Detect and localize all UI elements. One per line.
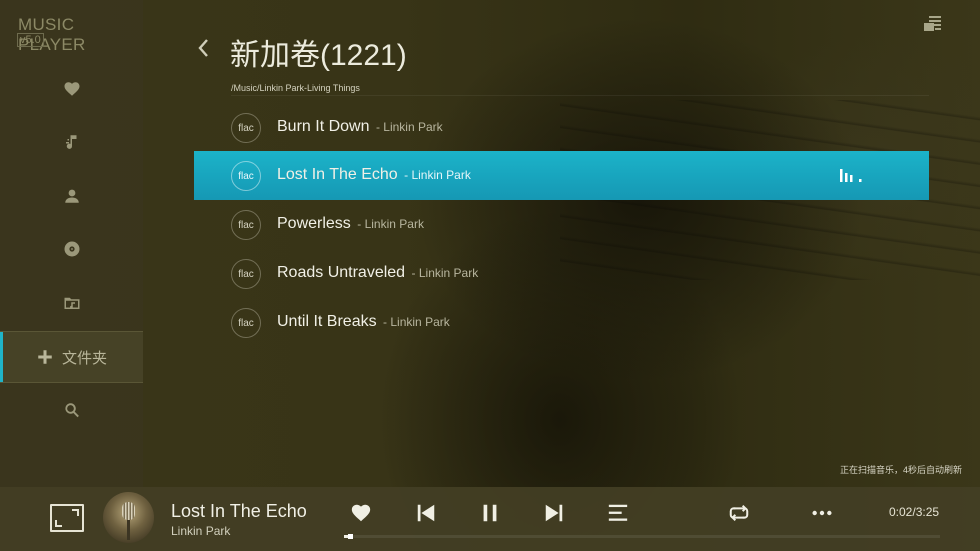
search-icon <box>64 403 79 418</box>
track-artist: - Linkin Park <box>404 168 471 182</box>
divider <box>231 95 929 96</box>
next-icon <box>545 504 563 522</box>
previous-button[interactable] <box>414 501 438 525</box>
page-title: 新加卷(1221) <box>230 39 407 72</box>
sidebar-item-albums[interactable] <box>0 223 143 275</box>
track-row[interactable]: flac Until It Breaks - Linkin Park <box>194 298 929 347</box>
previous-icon <box>417 504 435 522</box>
format-badge: flac <box>231 210 261 240</box>
track-artist: - Linkin Park <box>375 120 443 134</box>
track-row[interactable]: flac Roads Untraveled - Linkin Park <box>194 249 929 298</box>
track-row-selected[interactable]: flac Lost In The Echo - Linkin Park <box>194 151 929 200</box>
progress-bar[interactable] <box>344 534 940 539</box>
repeat-button[interactable] <box>727 501 751 525</box>
more-button[interactable] <box>810 501 834 525</box>
sidebar-item-search[interactable] <box>0 384 143 436</box>
track-title: Powerless <box>277 215 351 232</box>
track-row[interactable]: flac Powerless - Linkin Park <box>194 200 929 249</box>
more-icon <box>812 510 832 516</box>
heart-icon <box>351 504 371 522</box>
album-art[interactable] <box>103 492 154 543</box>
microphone-icon <box>122 502 135 520</box>
person-icon <box>64 189 79 203</box>
chevron-left-icon <box>198 39 208 57</box>
heart-icon <box>64 82 79 96</box>
playback-time: 0:02/3:25 <box>889 505 940 519</box>
sidebar-item-artists[interactable] <box>0 170 143 222</box>
format-badge: flac <box>231 113 261 143</box>
pause-icon <box>483 504 497 522</box>
pause-button[interactable] <box>478 501 502 525</box>
folder-path: /Music/Linkin Park-Living Things <box>231 83 360 93</box>
fullscreen-icon <box>55 520 62 527</box>
plus-icon <box>38 350 52 364</box>
sidebar-item-favorites[interactable] <box>0 63 143 115</box>
menu-button[interactable] <box>923 15 943 33</box>
fullscreen-button[interactable] <box>50 504 84 532</box>
app-version: v5.0 <box>17 33 44 47</box>
scan-status: 正在扫描音乐，4秒后自动刷新 <box>840 465 963 475</box>
sidebar-item-folder-music[interactable] <box>0 277 143 329</box>
player-bar: Lost In The Echo Linkin Park 0:02/3:25 <box>0 487 980 551</box>
active-indicator <box>0 332 3 382</box>
playlist-icon <box>608 504 628 521</box>
folder-music-icon <box>64 297 79 309</box>
favorite-button[interactable] <box>349 501 373 525</box>
next-button[interactable] <box>542 501 566 525</box>
track-title: Until It Breaks <box>277 313 377 330</box>
now-playing-title: Lost In The Echo <box>171 501 307 521</box>
track-row[interactable]: flac Burn It Down - Linkin Park <box>194 103 929 152</box>
now-playing-artist: Linkin Park <box>171 524 231 538</box>
playlist-button[interactable] <box>606 501 630 525</box>
progress-handle[interactable] <box>348 534 353 539</box>
now-playing-equalizer-icon <box>840 169 862 182</box>
list-menu-icon <box>924 16 941 31</box>
music-note-icon <box>65 135 76 149</box>
format-badge: flac <box>231 308 261 338</box>
back-button[interactable] <box>195 37 211 59</box>
sidebar-item-folders[interactable]: 文件夹 <box>0 331 143 383</box>
track-title: Roads Untraveled <box>277 264 406 281</box>
sidebar-item-label: 文件夹 <box>61 349 107 367</box>
repeat-icon <box>729 504 749 522</box>
format-badge: flac <box>231 259 261 289</box>
format-badge: flac <box>231 161 261 191</box>
sidebar: MUSIC PLAYER v5.0 文件夹 <box>0 0 143 487</box>
sidebar-item-songs[interactable] <box>0 116 143 168</box>
disc-icon <box>64 241 79 257</box>
track-artist: - Linkin Park <box>383 315 450 329</box>
track-artist: - Linkin Park <box>357 217 424 231</box>
track-artist: - Linkin Park <box>411 266 479 280</box>
track-title: Burn It Down <box>277 118 370 135</box>
track-title: Lost In The Echo <box>277 166 398 183</box>
